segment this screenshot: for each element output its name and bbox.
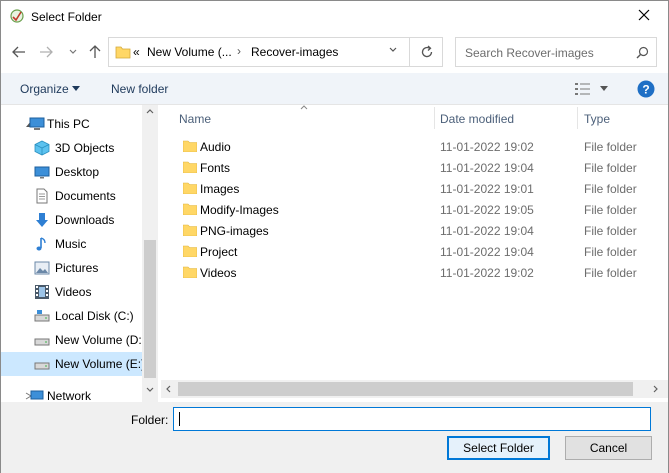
music-icon bbox=[36, 237, 46, 251]
file-row-fonts[interactable]: Fonts 11-01-2022 19:04 File folder bbox=[169, 157, 659, 178]
file-row-project[interactable]: Project 11-01-2022 19:04 File folder bbox=[169, 241, 659, 262]
close-icon[interactable] bbox=[636, 7, 652, 23]
search-placeholder: Search Recover-images bbox=[465, 46, 594, 60]
back-arrow-icon[interactable] bbox=[9, 42, 29, 62]
address-divider bbox=[409, 38, 410, 66]
documents-icon bbox=[36, 188, 48, 204]
scroll-right-arrow-icon[interactable] bbox=[653, 385, 658, 393]
scroll-down-arrow-icon[interactable] bbox=[146, 387, 154, 392]
3d-objects-icon bbox=[34, 140, 50, 156]
column-header-date[interactable]: Date modified bbox=[440, 105, 514, 132]
folder-icon bbox=[183, 140, 197, 152]
file-row-images[interactable]: Images 11-01-2022 19:01 File folder bbox=[169, 178, 659, 199]
view-dropdown-icon[interactable] bbox=[600, 86, 608, 91]
forward-arrow-icon[interactable] bbox=[36, 42, 56, 62]
sidebar-scroll-thumb[interactable] bbox=[144, 240, 156, 378]
sidebar-item-videos[interactable]: Videos bbox=[1, 280, 142, 304]
folder-icon bbox=[115, 46, 131, 59]
text-caret bbox=[179, 412, 180, 426]
column-header-type[interactable]: Type bbox=[584, 105, 610, 132]
drive-icon bbox=[34, 362, 50, 370]
folder-icon bbox=[183, 224, 197, 236]
this-pc-icon bbox=[29, 117, 45, 130]
folder-icon bbox=[183, 182, 197, 194]
breadcrumb-separator-icon: › bbox=[237, 44, 241, 58]
breadcrumb-recover-images[interactable]: Recover-images bbox=[251, 45, 338, 59]
file-row-audio[interactable]: Audio 11-01-2022 19:02 File folder bbox=[169, 136, 659, 157]
sidebar-scrollbar[interactable] bbox=[142, 105, 158, 402]
view-options-icon[interactable] bbox=[574, 82, 592, 96]
downloads-icon bbox=[36, 213, 48, 227]
help-icon[interactable]: ? bbox=[637, 80, 655, 98]
file-row-png-images[interactable]: PNG-images 11-01-2022 19:04 File folder bbox=[169, 220, 659, 241]
sidebar-item-music[interactable]: Music bbox=[1, 232, 142, 256]
dialog-footer: Folder: Select Folder Cancel bbox=[1, 402, 668, 473]
sidebar-item-new-volume-e[interactable]: New Volume (E:) bbox=[1, 352, 145, 376]
app-icon bbox=[10, 9, 24, 23]
pictures-icon bbox=[34, 261, 50, 275]
search-box[interactable]: Search Recover-images bbox=[455, 37, 657, 67]
folder-icon bbox=[183, 266, 197, 278]
title-bar: Select Folder bbox=[1, 1, 668, 32]
file-list-pane: Name Date modified Type Audio 11-01-2022… bbox=[161, 105, 668, 402]
recent-dropdown-icon[interactable] bbox=[63, 42, 83, 62]
scroll-up-arrow-icon[interactable] bbox=[146, 109, 154, 114]
desktop-icon bbox=[34, 166, 50, 179]
svg-text:?: ? bbox=[642, 83, 649, 97]
sidebar-item-pictures[interactable]: Pictures bbox=[1, 256, 142, 280]
scroll-left-arrow-icon[interactable] bbox=[166, 385, 171, 393]
drive-icon bbox=[34, 310, 50, 322]
network-icon bbox=[30, 390, 44, 400]
file-row-modify-images[interactable]: Modify-Images 11-01-2022 19:05 File fold… bbox=[169, 199, 659, 220]
sidebar-item-this-pc[interactable]: This PC bbox=[1, 112, 142, 136]
sidebar-item-3d-objects[interactable]: 3D Objects bbox=[1, 136, 142, 160]
drive-icon bbox=[34, 338, 50, 346]
videos-icon bbox=[35, 285, 49, 299]
folder-icon bbox=[183, 203, 197, 215]
command-bar: Organize New folder ? bbox=[1, 73, 668, 105]
folder-label: Folder: bbox=[131, 413, 169, 427]
cancel-button[interactable]: Cancel bbox=[565, 436, 652, 460]
up-arrow-icon[interactable] bbox=[85, 42, 105, 62]
horizontal-scroll-thumb[interactable] bbox=[178, 382, 633, 396]
search-icon[interactable] bbox=[636, 46, 649, 59]
column-divider[interactable] bbox=[434, 107, 435, 129]
folder-input[interactable] bbox=[173, 407, 651, 431]
window-title: Select Folder bbox=[31, 10, 102, 24]
horizontal-scrollbar[interactable] bbox=[161, 380, 668, 398]
folder-icon bbox=[183, 245, 197, 257]
address-bar[interactable]: « New Volume (... › Recover-images bbox=[108, 37, 443, 67]
new-folder-button[interactable]: New folder bbox=[111, 82, 168, 96]
organize-dropdown-icon[interactable] bbox=[72, 86, 80, 91]
column-header-name[interactable]: Name bbox=[179, 105, 211, 132]
sidebar-item-local-disk-c[interactable]: Local Disk (C:) bbox=[1, 304, 142, 328]
file-row-videos[interactable]: Videos 11-01-2022 19:02 File folder bbox=[169, 262, 659, 283]
sidebar-item-desktop[interactable]: Desktop bbox=[1, 160, 142, 184]
select-folder-button[interactable]: Select Folder bbox=[447, 436, 550, 460]
sidebar-item-network[interactable]: Network bbox=[1, 384, 142, 402]
breadcrumb-new-volume[interactable]: New Volume (... bbox=[147, 45, 232, 59]
select-folder-dialog: Select Folder « New Volume (... › Recove… bbox=[0, 0, 669, 473]
sidebar-item-new-volume-d[interactable]: New Volume (D: bbox=[1, 328, 142, 352]
sidebar-item-documents[interactable]: Documents bbox=[1, 184, 142, 208]
folder-icon bbox=[183, 161, 197, 173]
navigation-pane: This PC 3D Objects Desktop Documents Dow… bbox=[1, 105, 158, 402]
breadcrumb-overflow[interactable]: « bbox=[133, 45, 140, 59]
sort-ascending-icon bbox=[300, 105, 308, 110]
sidebar-item-downloads[interactable]: Downloads bbox=[1, 208, 142, 232]
column-divider[interactable] bbox=[577, 107, 578, 129]
refresh-icon[interactable] bbox=[420, 45, 434, 59]
organize-button[interactable]: Organize bbox=[20, 82, 69, 96]
address-dropdown-icon[interactable] bbox=[389, 47, 397, 53]
